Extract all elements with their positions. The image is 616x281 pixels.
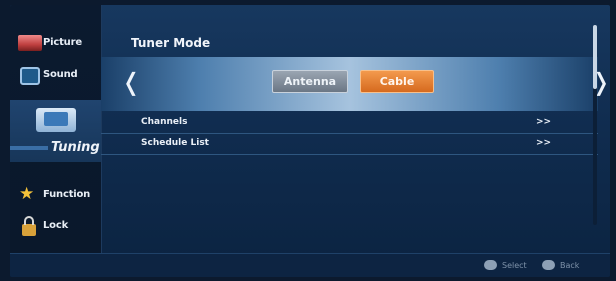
tuner-mode-selector: ❬ Antenna Cable ❭ [101, 57, 610, 111]
list-item-schedule[interactable]: Schedule List >> [101, 134, 598, 155]
sidebar-item-function[interactable]: ★ Function [10, 185, 101, 205]
scroll-thumb[interactable] [593, 25, 597, 89]
forward-icon: >> [536, 117, 552, 127]
back-button-icon [542, 260, 555, 270]
sidebar-item-picture[interactable]: Picture [10, 33, 101, 53]
cable-button[interactable]: Cable [360, 70, 434, 93]
back-hint: Back [560, 261, 580, 270]
forward-icon: >> [536, 138, 552, 148]
sidebar-item-label: Lock [43, 220, 69, 231]
list-item-label: Channels [141, 117, 188, 127]
sidebar-item-label: Tuning [51, 140, 100, 155]
star-icon: ★ [19, 184, 35, 204]
tuning-icon [36, 108, 76, 132]
sound-icon [20, 67, 40, 85]
scrollbar[interactable] [593, 25, 597, 225]
page-title: Tuner Mode [131, 36, 211, 50]
sidebar-item-tuning[interactable]: Tuning [10, 100, 101, 162]
lock-icon [22, 216, 36, 236]
sidebar-item-sound[interactable]: Sound [10, 65, 101, 85]
sidebar-item-label: Sound [43, 69, 78, 80]
tv-screen: Picture Sound Tuning ★ Function Lock Tun… [10, 5, 610, 277]
footer-bar: Select Back [10, 253, 610, 277]
list-item-channels[interactable]: Channels >> [101, 113, 598, 134]
antenna-button[interactable]: Antenna [272, 70, 348, 93]
list-item-label: Schedule List [141, 138, 209, 148]
picture-icon [18, 35, 42, 51]
sidebar-item-label: Picture [43, 37, 82, 48]
sidebar-item-lock[interactable]: Lock [10, 216, 101, 236]
selection-indicator [10, 146, 48, 150]
sidebar-item-label: Function [43, 189, 91, 200]
select-hint: Select [502, 261, 527, 270]
dpad-icon [484, 260, 497, 270]
menu-list: Channels >> Schedule List >> [101, 113, 598, 155]
settings-sidebar: Picture Sound Tuning ★ Function Lock [10, 5, 102, 253]
chevron-left-icon[interactable]: ❬ [121, 67, 141, 97]
